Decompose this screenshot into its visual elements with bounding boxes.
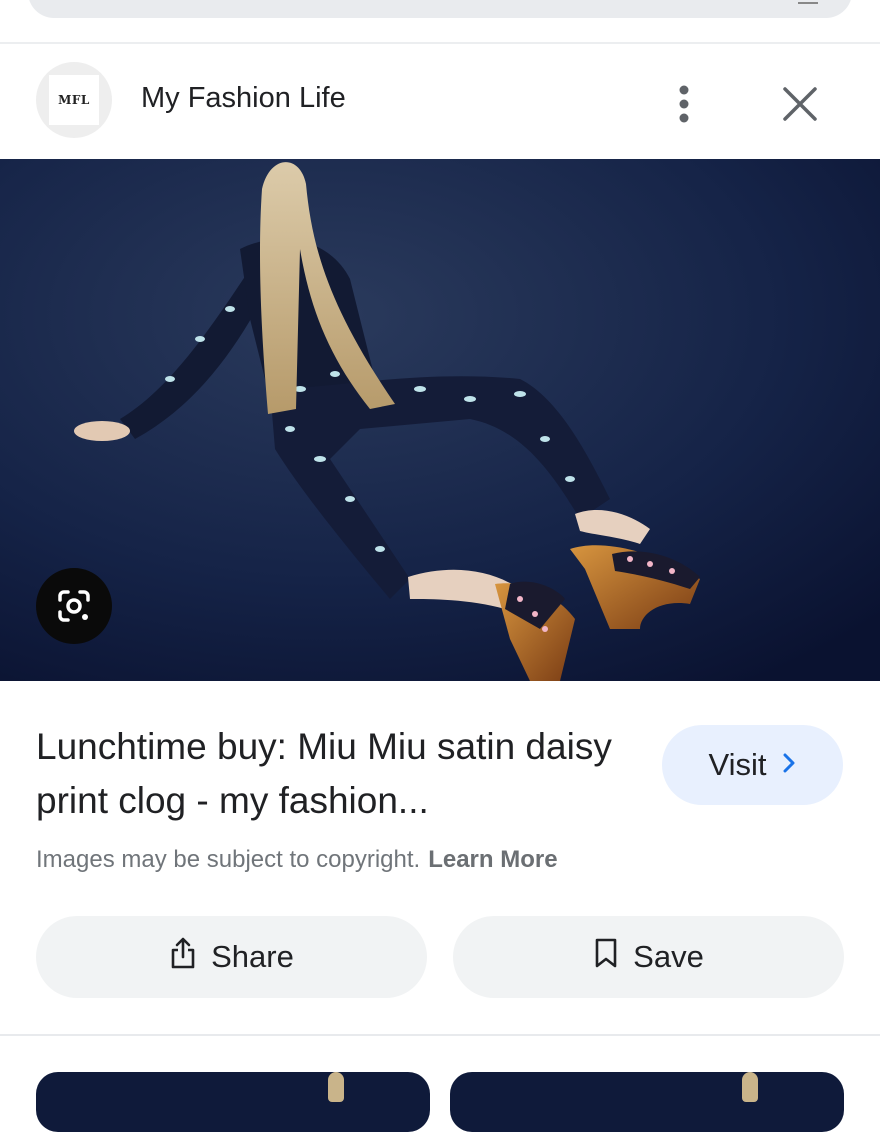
- source-logo: MFL: [49, 75, 99, 125]
- share-button[interactable]: Share: [36, 916, 427, 998]
- search-bar[interactable]: [28, 0, 852, 18]
- save-label: Save: [633, 939, 704, 974]
- related-image-thumbnail[interactable]: [450, 1072, 844, 1132]
- source-logo-text: MFL: [58, 93, 90, 107]
- thumbnail-figure: [742, 1072, 758, 1102]
- chevron-right-icon: [781, 748, 797, 782]
- copyright-text: Images may be subject to copyright.: [36, 846, 421, 873]
- related-image-thumbnail[interactable]: [36, 1072, 430, 1132]
- share-label: Share: [211, 939, 294, 974]
- result-title[interactable]: Lunchtime buy: Miu Miu satin daisy print…: [36, 720, 636, 828]
- result-image[interactable]: [0, 159, 880, 681]
- thumbnail-figure: [328, 1072, 344, 1102]
- learn-more-link[interactable]: Learn More: [428, 846, 557, 873]
- close-icon[interactable]: [776, 80, 824, 128]
- visit-button[interactable]: Visit: [662, 725, 843, 805]
- save-button[interactable]: Save: [453, 916, 844, 998]
- copyright-notice: Images may be subject to copyright. Learn…: [36, 846, 558, 874]
- menu-icon[interactable]: [798, 0, 818, 4]
- bookmark-icon: [593, 937, 619, 977]
- divider: [0, 1034, 880, 1036]
- visit-label: Visit: [708, 747, 767, 782]
- source-avatar[interactable]: MFL: [36, 62, 112, 138]
- share-icon: [169, 936, 197, 978]
- more-vert-icon[interactable]: [666, 82, 702, 126]
- source-name[interactable]: My Fashion Life: [141, 82, 346, 115]
- source-header: MFL My Fashion Life: [0, 44, 880, 159]
- google-lens-icon[interactable]: [36, 568, 112, 644]
